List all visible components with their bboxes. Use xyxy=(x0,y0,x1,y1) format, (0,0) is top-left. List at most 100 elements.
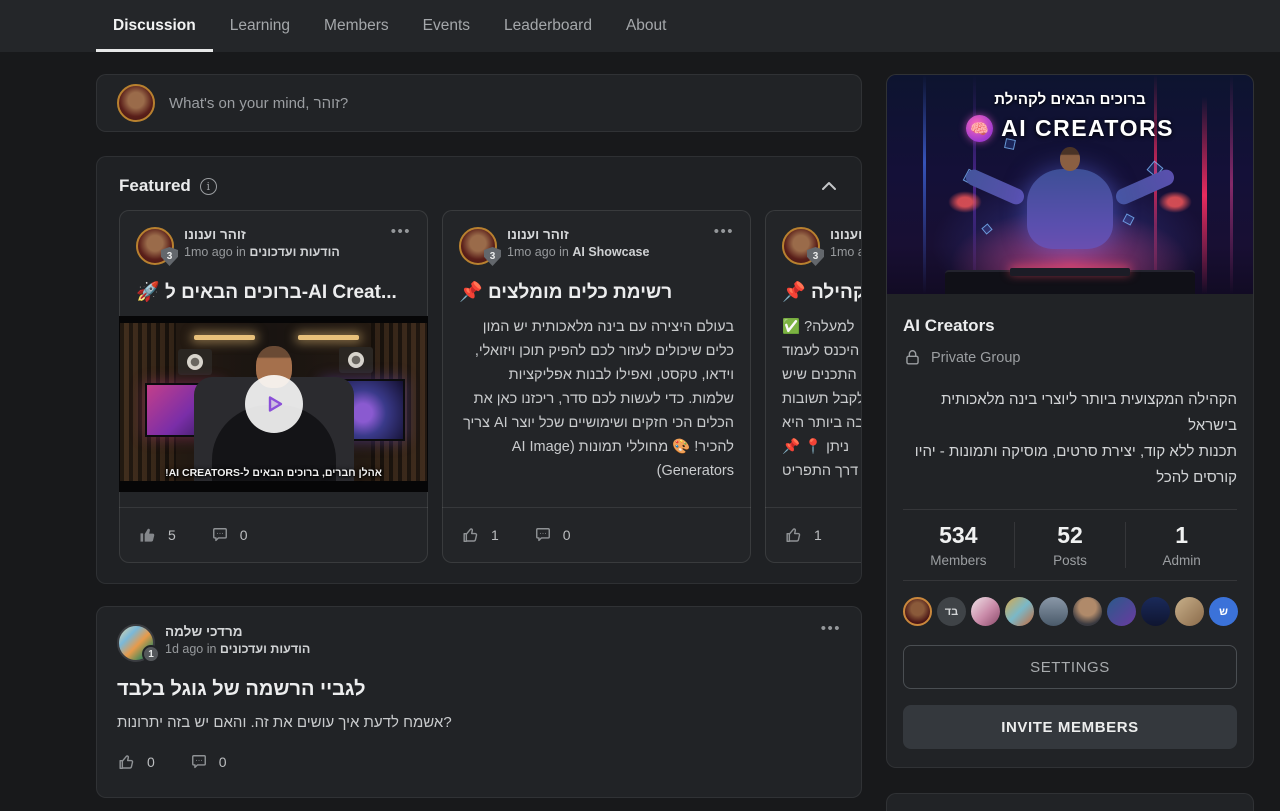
featured-card-welcome[interactable]: 3 זוהר וענונו 1mo ago in הודעות ועדכונים… xyxy=(119,210,428,563)
space-link[interactable]: הודעות ועדכונים xyxy=(220,642,310,656)
author-avatar[interactable]: 3 xyxy=(136,227,174,265)
comment-count: 0 xyxy=(563,527,571,543)
post-menu-icon[interactable]: ••• xyxy=(714,227,734,237)
featured-card-tools[interactable]: 3 זוהר וענונו 1mo ago in AI Showcase •••… xyxy=(442,210,751,563)
info-icon[interactable]: i xyxy=(200,178,217,195)
author-name[interactable]: זוהר וענונו xyxy=(507,227,704,242)
group-description-line1: הקהילה המקצועית ביותר ליוצרי בינה מלאכות… xyxy=(903,387,1237,439)
like-count: 1 xyxy=(814,527,822,543)
post-time: 1mo ago in xyxy=(184,245,246,259)
group-cover-image: ברוכים הבאים לקהילת 🧠 AI CREATORS xyxy=(887,75,1253,294)
like-button[interactable] xyxy=(117,752,137,772)
post-title[interactable]: 📌 רשימת כלים מומלצים xyxy=(459,280,734,304)
privacy-label: Private Group xyxy=(931,350,1020,366)
author-name[interactable]: זוהר וענונו xyxy=(184,227,381,242)
featured-title: Featured xyxy=(119,176,191,196)
author-avatar[interactable]: 3 xyxy=(459,227,497,265)
level-badge: 3 xyxy=(161,247,178,266)
post-menu-icon[interactable]: ••• xyxy=(391,227,411,237)
tab-members[interactable]: Members xyxy=(307,0,406,52)
like-button[interactable] xyxy=(784,525,804,545)
thumbs-up-icon xyxy=(461,525,481,545)
post-google-signup[interactable]: 1 מרדכי שלמה 1d ago in הודעות ועדכונים •… xyxy=(96,606,862,798)
member-avatar-initials[interactable]: בד xyxy=(937,597,966,626)
level-badge: 1 xyxy=(142,645,160,663)
group-stats: 534 Members 52 Posts 1 Admin xyxy=(903,509,1237,581)
space-link[interactable]: הודעות ועדכונים xyxy=(249,245,339,259)
member-avatar[interactable] xyxy=(1141,597,1170,626)
current-user-avatar xyxy=(117,84,155,122)
comment-button[interactable] xyxy=(210,525,230,545)
brain-logo-icon: 🧠 xyxy=(966,115,993,142)
play-icon xyxy=(261,391,287,417)
comment-icon xyxy=(210,525,230,545)
post-body: אשמח לדעת איך עושים את זה. והאם יש בזה י… xyxy=(117,714,841,731)
post-title[interactable]: לגביי הרשמה של גוגל בלבד xyxy=(117,678,841,701)
like-count: 0 xyxy=(147,754,155,770)
comment-count: 0 xyxy=(240,527,248,543)
member-avatar[interactable] xyxy=(1107,597,1136,626)
post-time: 1d ago in xyxy=(165,642,216,656)
member-avatar[interactable] xyxy=(1039,597,1068,626)
settings-button[interactable]: SETTINGS xyxy=(903,645,1237,689)
thumbs-up-icon xyxy=(784,525,804,545)
cover-figure xyxy=(1027,169,1113,249)
chevron-up-icon xyxy=(821,181,837,191)
group-description-line2: תכנות ללא קוד, יצירת סרטים, מוסיקה ותמונ… xyxy=(903,439,1237,491)
author-avatar[interactable]: 3 xyxy=(782,227,820,265)
comment-icon xyxy=(533,525,553,545)
member-avatar[interactable] xyxy=(1073,597,1102,626)
level-badge: 3 xyxy=(484,247,501,266)
stat-admin[interactable]: 1 Admin xyxy=(1125,522,1237,568)
member-avatar[interactable] xyxy=(1005,597,1034,626)
author-name[interactable]: זוהר וענונו xyxy=(830,227,861,242)
comment-icon xyxy=(189,752,209,772)
member-avatar[interactable] xyxy=(903,597,932,626)
featured-section: Featured i 3 זוהר וענונו 1mo ago in הודע… xyxy=(96,156,862,584)
tab-leaderboard[interactable]: Leaderboard xyxy=(487,0,609,52)
member-avatar[interactable] xyxy=(1175,597,1204,626)
thumbs-up-icon xyxy=(117,752,137,772)
post-title[interactable]: 🚀 ברוכים הבאים ל-AI Creat... xyxy=(136,280,411,304)
stat-members[interactable]: 534 Members xyxy=(903,522,1014,568)
group-name: AI Creators xyxy=(903,316,1237,336)
space-link[interactable]: AI Showcase xyxy=(572,245,649,259)
lock-icon xyxy=(903,348,922,367)
like-button[interactable] xyxy=(461,525,481,545)
comment-button[interactable] xyxy=(533,525,553,545)
video-caption: אהלן חברים, ברוכים הבאים ל-AI CREATORS! xyxy=(119,467,428,479)
like-count: 5 xyxy=(168,527,176,543)
leaderboard-card: Leaderboard (30-days) xyxy=(886,793,1254,811)
member-avatar[interactable] xyxy=(971,597,1000,626)
cover-welcome-text: ברוכים הבאים לקהילת xyxy=(887,91,1253,108)
like-button[interactable] xyxy=(138,525,158,545)
post-menu-icon[interactable]: ••• xyxy=(821,624,841,634)
tab-about[interactable]: About xyxy=(609,0,684,52)
collapse-featured-button[interactable] xyxy=(821,181,837,191)
post-title[interactable]: 📌 הקהילה xyxy=(782,280,861,304)
featured-card-rules[interactable]: 3 זוהר וענונו 1mo ago in 📌 הקהילה למעלה?… xyxy=(765,210,861,563)
member-avatars: בד ש xyxy=(903,597,1237,626)
post-time: 1mo ago in xyxy=(507,245,569,259)
stat-posts[interactable]: 52 Posts xyxy=(1014,522,1126,568)
author-avatar[interactable]: 1 xyxy=(117,624,155,662)
tab-learning[interactable]: Learning xyxy=(213,0,307,52)
thumbs-up-filled-icon xyxy=(138,525,158,545)
like-count: 1 xyxy=(491,527,499,543)
post-body: למעלה? ✅ היכנס לעמוד התכנים שיש לקבל תשו… xyxy=(782,315,861,483)
play-button[interactable] xyxy=(245,375,303,433)
group-info-card: ברוכים הבאים לקהילת 🧠 AI CREATORS AI Cre… xyxy=(886,74,1254,768)
cover-brand-text: AI CREATORS xyxy=(1001,115,1174,142)
member-avatar-initials[interactable]: ש xyxy=(1209,597,1238,626)
tab-discussion[interactable]: Discussion xyxy=(96,0,213,52)
level-badge: 3 xyxy=(807,247,824,266)
post-body: בעולם היצירה עם בינה מלאכותית יש המון כל… xyxy=(459,315,734,483)
top-nav: Discussion Learning Members Events Leade… xyxy=(0,0,1280,52)
video-thumbnail[interactable]: אהלן חברים, ברוכים הבאים ל-AI CREATORS! xyxy=(119,316,428,492)
post-composer[interactable]: What's on your mind, זוהר? xyxy=(96,74,862,132)
composer-placeholder: What's on your mind, זוהר? xyxy=(169,95,348,112)
invite-members-button[interactable]: INVITE MEMBERS xyxy=(903,705,1237,749)
comment-button[interactable] xyxy=(189,752,209,772)
author-name[interactable]: מרדכי שלמה xyxy=(165,624,811,639)
tab-events[interactable]: Events xyxy=(406,0,487,52)
